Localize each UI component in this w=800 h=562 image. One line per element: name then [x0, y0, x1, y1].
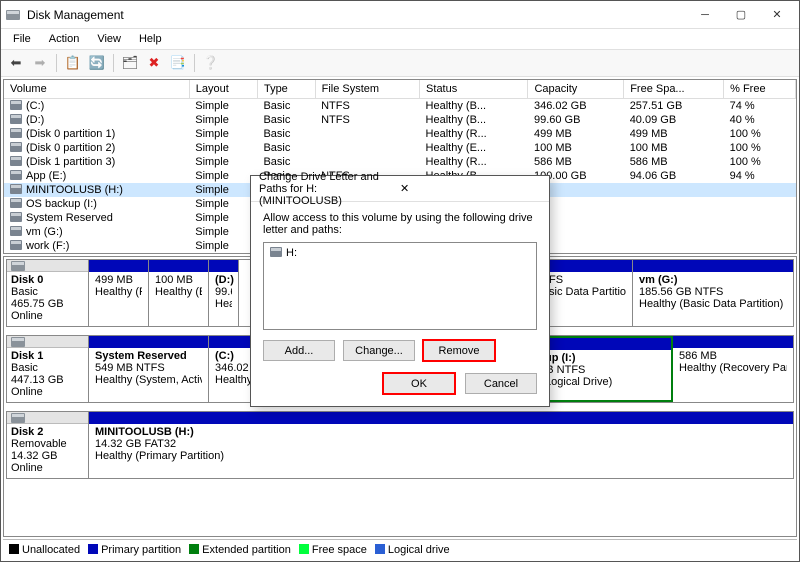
table-row[interactable]: (Disk 0 partition 1)SimpleBasicHealthy (…	[4, 127, 796, 141]
col-layout[interactable]: Layout	[189, 80, 257, 99]
legend-free: Free space	[312, 544, 367, 556]
drive-paths-listbox[interactable]: H:	[263, 242, 537, 330]
disk-name: Disk 1	[11, 350, 84, 362]
col-free[interactable]: Free Spa...	[624, 80, 724, 99]
disk-type: Removable	[11, 438, 84, 450]
ok-button[interactable]: OK	[383, 373, 455, 394]
partition[interactable]: MINITOOLUSB (H:)14.32 GB FAT32Healthy (P…	[89, 412, 793, 478]
help-icon[interactable]: ❔	[200, 52, 222, 74]
legend: Unallocated Primary partition Extended p…	[3, 539, 797, 559]
drive-icon	[270, 247, 282, 257]
disk-name: Disk 2	[11, 426, 84, 438]
close-button[interactable]: ✕	[759, 4, 795, 26]
legend-extended: Extended partition	[202, 544, 291, 556]
partition[interactable]: System Reserved549 MB NTFSHealthy (Syste…	[89, 336, 209, 402]
refresh-icon[interactable]: 🔄	[86, 52, 108, 74]
disk-icon	[11, 413, 25, 423]
volume-icon	[10, 100, 22, 110]
disk-size: 14.32 GB	[11, 450, 84, 462]
volume-icon	[10, 212, 22, 222]
table-row[interactable]: (D:)SimpleBasicNTFSHealthy (B...99.60 GB…	[4, 113, 796, 127]
partition[interactable]: 586 MBHealthy (Recovery Partiti	[673, 336, 793, 402]
cancel-button[interactable]: Cancel	[465, 373, 537, 394]
volume-icon	[10, 226, 22, 236]
menu-file[interactable]: File	[5, 31, 39, 47]
disk-header-1: Disk 1 Basic 447.13 GB Online	[7, 336, 89, 402]
table-row[interactable]: (Disk 1 partition 3)SimpleBasicHealthy (…	[4, 155, 796, 169]
dialog-prompt: Allow access to this volume by using the…	[263, 212, 537, 236]
disk-name: Disk 0	[11, 274, 84, 286]
volume-icon	[10, 156, 22, 166]
show-hide-icon[interactable]: 📋	[62, 52, 84, 74]
menu-view[interactable]: View	[89, 31, 129, 47]
app-icon	[5, 7, 21, 23]
disk-type: Basic	[11, 362, 84, 374]
minimize-button[interactable]: ─	[687, 4, 723, 26]
volume-icon	[10, 198, 22, 208]
back-icon[interactable]: ⬅	[5, 52, 27, 74]
col-volume[interactable]: Volume	[4, 80, 189, 99]
dialog-close-icon[interactable]: ✕	[400, 182, 541, 195]
volume-icon	[10, 240, 22, 250]
disk-state: Online	[11, 386, 84, 398]
change-drive-letter-dialog: Change Drive Letter and Paths for H: (MI…	[250, 175, 550, 407]
disk-header-0: Disk 0 Basic 465.75 GB Online	[7, 260, 89, 326]
volume-icon	[10, 114, 22, 124]
forward-icon[interactable]: ➡	[29, 52, 51, 74]
disk-icon	[11, 337, 25, 347]
menu-action[interactable]: Action	[41, 31, 88, 47]
disk-icon	[11, 261, 25, 271]
disk-state: Online	[11, 462, 84, 474]
table-row[interactable]: (Disk 0 partition 2)SimpleBasicHealthy (…	[4, 141, 796, 155]
legend-logical: Logical drive	[388, 544, 450, 556]
partition[interactable]: 499 MBHealthy (Reco	[89, 260, 149, 326]
change-button[interactable]: Change...	[343, 340, 415, 361]
list-item[interactable]: H:	[270, 247, 530, 259]
titlebar: Disk Management ─ ▢ ✕	[1, 1, 799, 29]
settings-icon[interactable]: 🗂	[119, 52, 141, 74]
volume-icon	[10, 142, 22, 152]
table-row[interactable]: (C:)SimpleBasicNTFSHealthy (B...346.02 G…	[4, 99, 796, 114]
dialog-title: Change Drive Letter and Paths for H: (MI…	[259, 171, 400, 207]
menubar: File Action View Help	[1, 29, 799, 49]
window-title: Disk Management	[27, 8, 687, 22]
col-fs[interactable]: File System	[315, 80, 419, 99]
col-pctfree[interactable]: % Free	[724, 80, 796, 99]
col-status[interactable]: Status	[420, 80, 528, 99]
volume-icon	[10, 170, 22, 180]
partition[interactable]: 100 MBHealthy (E	[149, 260, 209, 326]
disk-state: Online	[11, 310, 84, 322]
col-type[interactable]: Type	[257, 80, 315, 99]
disk-size: 447.13 GB	[11, 374, 84, 386]
properties-icon[interactable]: 📑	[167, 52, 189, 74]
col-capacity[interactable]: Capacity	[528, 80, 624, 99]
add-button[interactable]: Add...	[263, 340, 335, 361]
partition[interactable]: (D:)99.6Heal	[209, 260, 239, 326]
volume-icon	[10, 128, 22, 138]
menu-help[interactable]: Help	[131, 31, 170, 47]
delete-icon[interactable]: ✖	[143, 52, 165, 74]
maximize-button[interactable]: ▢	[723, 4, 759, 26]
legend-primary: Primary partition	[101, 544, 181, 556]
partition[interactable]: FSsic Data Partitior	[543, 260, 633, 326]
remove-button[interactable]: Remove	[423, 340, 495, 361]
disk-header-2: Disk 2 Removable 14.32 GB Online	[7, 412, 89, 478]
disk-type: Basic	[11, 286, 84, 298]
volume-icon	[10, 184, 22, 194]
toolbar: ⬅ ➡ 📋 🔄 🗂 ✖ 📑 ❔	[1, 49, 799, 77]
disk-row-2[interactable]: Disk 2 Removable 14.32 GB Online MINITOO…	[6, 411, 794, 479]
legend-unallocated: Unallocated	[22, 544, 80, 556]
disk-size: 465.75 GB	[11, 298, 84, 310]
partition[interactable]: vm (G:)185.56 GB NTFSHealthy (Basic Data…	[633, 260, 793, 326]
